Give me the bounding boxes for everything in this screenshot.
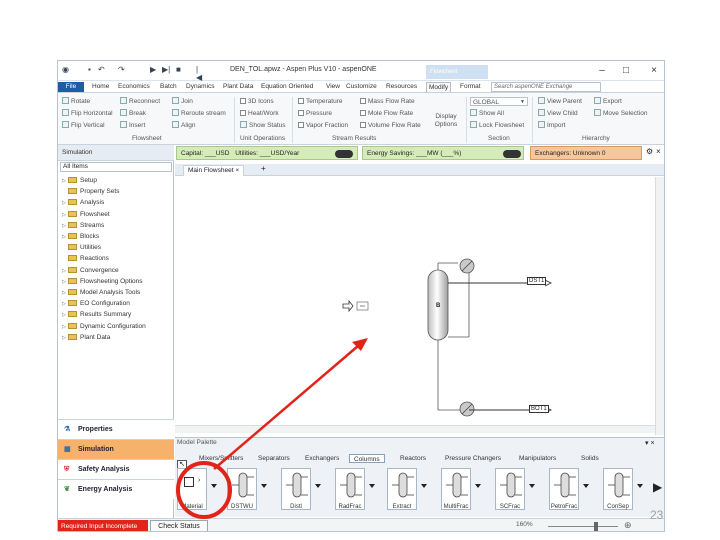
annotation-circle <box>176 461 232 519</box>
slide-number: 23 <box>650 508 664 522</box>
annotation-overlay <box>176 338 368 519</box>
annotation-arrow <box>213 338 368 470</box>
